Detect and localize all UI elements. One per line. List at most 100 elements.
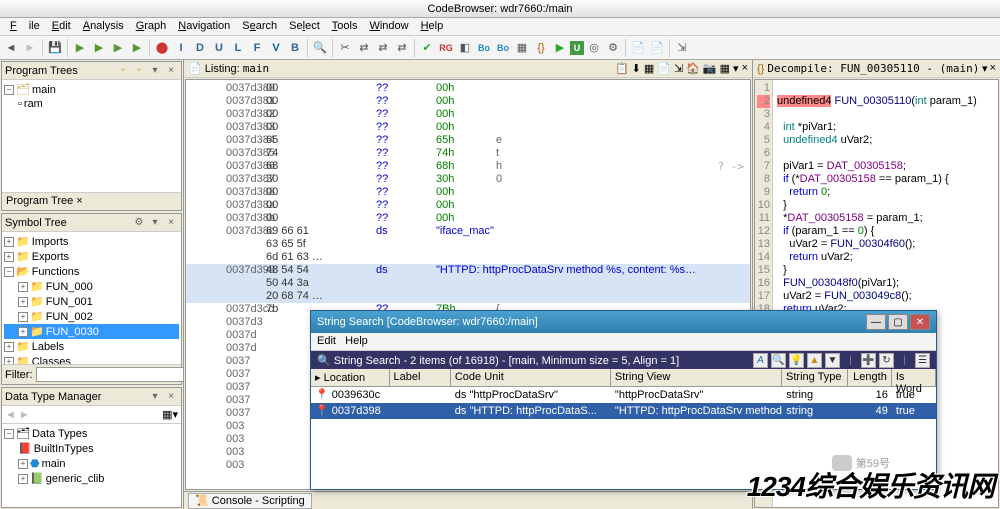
lst-ico3[interactable]: ▦ xyxy=(644,62,654,75)
search-result-row[interactable]: 📍 0039630cds "httpProcDataSrv""httpProcD… xyxy=(311,387,936,403)
grid-icon[interactable]: ▦ xyxy=(513,39,531,57)
dlg-close-icon[interactable]: ✕ xyxy=(910,314,930,330)
col-length[interactable]: Length xyxy=(848,369,892,386)
flow3-icon[interactable]: ⇄ xyxy=(393,39,411,57)
sym-functions[interactable]: −📂Functions xyxy=(4,264,179,279)
dlg-menu-edit[interactable]: Edit xyxy=(317,335,336,347)
nav4-icon[interactable]: ▶ xyxy=(128,39,146,57)
sp-icon[interactable]: ◧ xyxy=(456,39,474,57)
dlg-make-icon[interactable]: ➕ xyxy=(861,353,876,368)
dlg-max-icon[interactable]: ▢ xyxy=(888,314,908,330)
sym-fun001[interactable]: +📁FUN_001 xyxy=(4,294,179,309)
listing-row[interactable]: 6d 61 63 … xyxy=(186,251,750,264)
dt-dropdown-icon[interactable]: ▾ xyxy=(148,390,162,404)
v-icon[interactable]: V xyxy=(267,39,285,57)
flow2-icon[interactable]: ⇄ xyxy=(374,39,392,57)
pt-icon1[interactable]: ▫ xyxy=(116,64,130,78)
brace-icon[interactable]: {} xyxy=(532,39,550,57)
listing-row[interactable]: 0037d38668??68h h xyxy=(186,160,750,173)
nav2-icon[interactable]: ▶ xyxy=(90,39,108,57)
ext-icon[interactable]: ⇲ xyxy=(673,39,691,57)
lst-ico4[interactable]: 📄 xyxy=(657,62,671,75)
listing-row[interactable]: 0037d38465??65h e xyxy=(186,134,750,147)
dt-root[interactable]: −🗂Data Types xyxy=(4,426,179,441)
target-icon[interactable]: ◎ xyxy=(585,39,603,57)
symbol-filter-input[interactable] xyxy=(36,367,184,382)
back-icon[interactable]: ◄ xyxy=(2,39,20,57)
dlg-a-icon[interactable]: A xyxy=(753,353,768,368)
b-icon[interactable]: B xyxy=(286,39,304,57)
lst-ico5[interactable]: ⇲ xyxy=(674,62,683,75)
dt-back-icon[interactable]: ◄ xyxy=(5,409,16,421)
listing-row[interactable]: 63 65 5f xyxy=(186,238,750,251)
listing-row[interactable]: 0037d38200??00h xyxy=(186,108,750,121)
dbg-icon[interactable]: ⚙ xyxy=(604,39,622,57)
col-label[interactable]: Label xyxy=(390,369,451,386)
bo-icon[interactable]: Bo xyxy=(475,39,493,57)
dc-dropdown-icon[interactable]: ▾ xyxy=(982,62,988,75)
listing-row[interactable]: 0037d38100??00h xyxy=(186,95,750,108)
dt-builtin[interactable]: 📕BuiltInTypes xyxy=(4,441,179,456)
listing-row[interactable]: 50 44 3a xyxy=(186,277,750,290)
fwd-icon[interactable]: ► xyxy=(21,39,39,57)
dt-opts-icon[interactable]: ▦▾ xyxy=(162,408,178,421)
zoom-icon[interactable]: 🔍 xyxy=(311,39,329,57)
menu-select[interactable]: Select xyxy=(283,18,326,35)
listing-row[interactable]: 0037d38c69 66 61ds "iface_mac" xyxy=(186,225,750,238)
lst-ico2[interactable]: ⬇ xyxy=(632,62,641,75)
menu-tools[interactable]: Tools xyxy=(326,18,364,35)
script2-icon[interactable]: 📄 xyxy=(648,39,666,57)
listing-row[interactable]: 0037d39848 54 54ds "HTTPD: httpProcDataS… xyxy=(186,264,750,277)
lst-close-icon[interactable]: × xyxy=(742,62,748,75)
sym-labels[interactable]: +📁Labels xyxy=(4,339,179,354)
col-isword[interactable]: Is Word xyxy=(892,369,936,386)
listing-row[interactable]: 0037d38300??00h xyxy=(186,121,750,134)
tree-ram[interactable]: ▫ram xyxy=(4,97,179,111)
dt-close-icon[interactable]: × xyxy=(164,390,178,404)
col-stringview[interactable]: String View xyxy=(611,369,782,386)
lst-ico8[interactable]: ▦ xyxy=(720,62,730,75)
sym-imports[interactable]: +📁Imports xyxy=(4,234,179,249)
i-icon[interactable]: I xyxy=(172,39,190,57)
dlg-refresh-icon[interactable]: ↻ xyxy=(879,353,894,368)
check-icon[interactable]: ✔ xyxy=(418,39,436,57)
reg-icon[interactable]: RG xyxy=(437,39,455,57)
sym-fun002[interactable]: +📁FUN_002 xyxy=(4,309,179,324)
col-codeunit[interactable]: Code Unit xyxy=(451,369,611,386)
dlg-min-icon[interactable]: — xyxy=(866,314,886,330)
u-icon[interactable]: U xyxy=(210,39,228,57)
listing-row[interactable]: 20 68 74 … xyxy=(186,290,750,303)
listing-row[interactable]: 0037d38574??74h t xyxy=(186,147,750,160)
console-tab[interactable]: 📜 Console - Scripting xyxy=(184,491,752,509)
lst-ico1[interactable]: 📋 xyxy=(615,62,629,75)
col-stringtype[interactable]: String Type xyxy=(782,369,848,386)
play-icon[interactable]: ▶ xyxy=(551,39,569,57)
st-icon1[interactable]: ⚙ xyxy=(132,216,146,230)
dlg-search-icon[interactable]: 🔍 xyxy=(771,353,786,368)
sym-fun0030[interactable]: +📁FUN_0030 xyxy=(4,324,179,339)
nav1-icon[interactable]: ▶ xyxy=(71,39,89,57)
listing-row[interactable]: 0037d38b00??00h xyxy=(186,212,750,225)
dt-clib[interactable]: +📗generic_clib xyxy=(4,471,179,486)
f-icon[interactable]: F xyxy=(248,39,266,57)
menu-window[interactable]: Window xyxy=(363,18,414,35)
l-icon[interactable]: L xyxy=(229,39,247,57)
sym-fun000[interactable]: +📁FUN_000 xyxy=(4,279,179,294)
listing-row[interactable]: 0037d38a00??00h xyxy=(186,199,750,212)
menu-navigation[interactable]: Navigation xyxy=(172,18,236,35)
st-close-icon[interactable]: × xyxy=(164,216,178,230)
listing-row[interactable]: 0037d38800??00h xyxy=(186,186,750,199)
dlg-filter-icon[interactable]: ▼ xyxy=(825,353,840,368)
pt-dropdown-icon[interactable]: ▾ xyxy=(148,64,162,78)
script1-icon[interactable]: 📄 xyxy=(629,39,647,57)
menu-file[interactable]: File xyxy=(4,18,46,35)
u2-icon[interactable]: U xyxy=(570,41,584,55)
pt-close-icon[interactable]: × xyxy=(164,64,178,78)
dc-close-icon[interactable]: × xyxy=(990,62,996,75)
menu-search[interactable]: Search xyxy=(236,18,283,35)
st-dropdown-icon[interactable]: ▾ xyxy=(148,216,162,230)
cut-icon[interactable]: ✂ xyxy=(336,39,354,57)
menu-analysis[interactable]: Analysis xyxy=(77,18,130,35)
sym-exports[interactable]: +📁Exports xyxy=(4,249,179,264)
dlg-warn-icon[interactable]: ▲ xyxy=(807,353,822,368)
